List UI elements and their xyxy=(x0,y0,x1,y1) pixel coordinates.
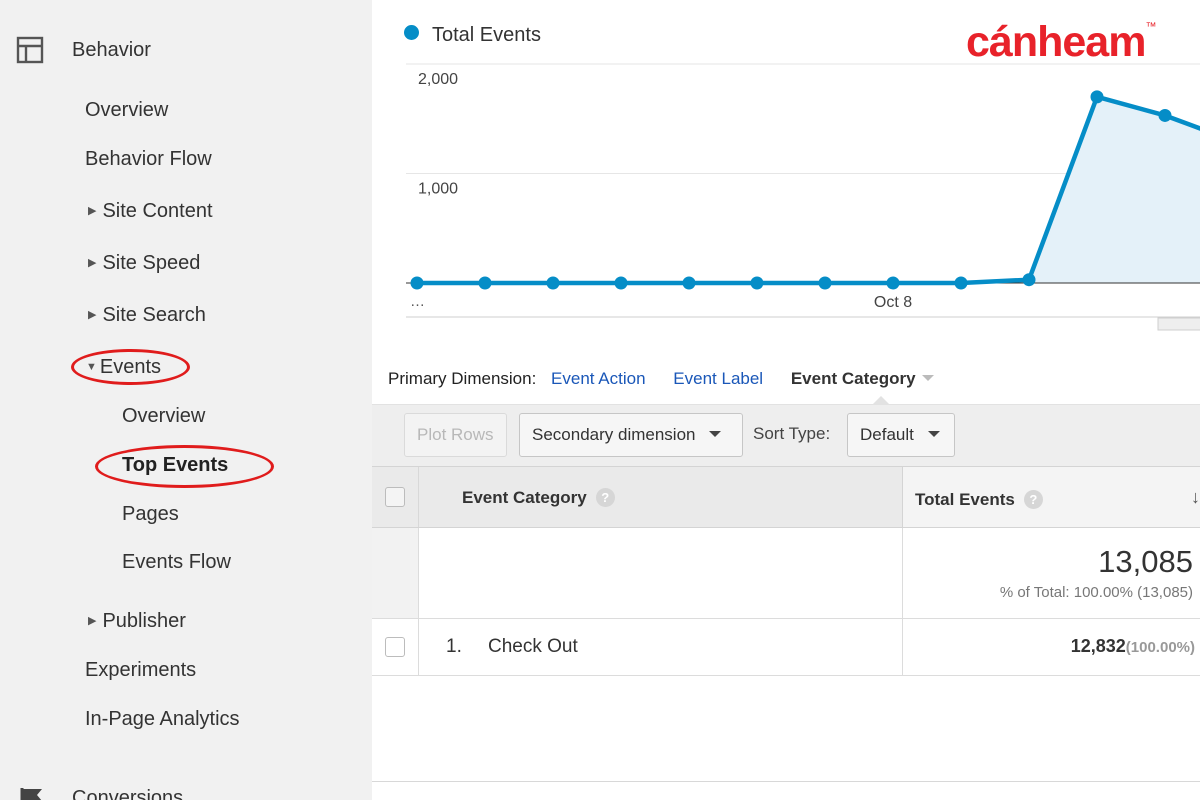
sidebar-item-publisher[interactable]: ▶ Publisher xyxy=(88,610,186,633)
data-point-1 xyxy=(478,276,492,290)
legend-dot-icon xyxy=(404,25,419,40)
dimension-link-event-label[interactable]: Event Label xyxy=(673,369,763,388)
chart-legend: Total Events xyxy=(404,24,541,47)
data-point-3 xyxy=(614,276,628,290)
expand-triangle-icon: ▶ xyxy=(88,257,97,269)
y-tick-label-1: 1,000 xyxy=(418,181,458,198)
table-toolbar: Plot Rows Secondary dimension Sort Type:… xyxy=(372,404,1200,466)
data-point-0 xyxy=(410,276,424,290)
sidebar-item-events-flow[interactable]: Events Flow xyxy=(122,551,231,574)
row-total-number: 12,832 xyxy=(1070,636,1126,656)
secondary-dimension-dropdown[interactable]: Secondary dimension xyxy=(519,413,743,457)
sidebar-item-overview[interactable]: Overview xyxy=(85,99,168,122)
sidebar-item-site-search[interactable]: ▶ Site Search xyxy=(88,304,206,327)
dimension-active-event-category[interactable]: Event Category xyxy=(791,369,916,388)
summary-check-cell xyxy=(372,528,419,618)
plot-rows-button[interactable]: Plot Rows xyxy=(404,413,507,457)
row-event-category-link[interactable]: Check Out xyxy=(488,636,578,658)
sidebar-item-label: Publisher xyxy=(102,610,186,632)
collapse-triangle-icon: ▼ xyxy=(86,361,97,373)
x-tick-label-0: … xyxy=(410,293,425,310)
table-bottom-divider xyxy=(372,781,1200,782)
sort-descending-icon[interactable]: ↓ xyxy=(1191,487,1200,508)
chevron-down-icon xyxy=(927,431,940,437)
header-select-cell xyxy=(372,467,419,527)
primary-dimension-label: Primary Dimension: xyxy=(388,369,537,388)
column-header-total-events[interactable]: Total Events? ↓ xyxy=(902,467,1200,527)
data-point-11 xyxy=(1158,108,1172,122)
data-point-8 xyxy=(954,276,968,290)
sidebar-item-top-events[interactable]: Top Events xyxy=(122,454,228,477)
sidebar-item-experiments[interactable]: Experiments xyxy=(85,659,196,682)
sidebar-item-behavior-flow[interactable]: Behavior Flow xyxy=(85,148,212,171)
sidebar-item-label: Site Content xyxy=(102,200,213,222)
column-header-label: Event Category xyxy=(462,488,587,507)
data-point-7 xyxy=(886,276,900,290)
sidebar-item-site-speed[interactable]: ▶ Site Speed xyxy=(88,252,200,275)
brand-trademark: ™ xyxy=(1145,21,1156,33)
brand-logo: cánheam™ xyxy=(966,18,1156,67)
y-tick-label-0: 2,000 xyxy=(418,71,458,88)
data-point-10 xyxy=(1090,90,1104,104)
row-checkbox[interactable] xyxy=(385,637,405,657)
sidebar-item-label: Site Search xyxy=(102,304,206,326)
data-point-4 xyxy=(682,276,696,290)
row-total-value: 12,832(100.00%) xyxy=(1071,636,1195,657)
expand-triangle-icon: ▶ xyxy=(88,309,97,321)
summary-total-percent: % of Total: 100.00% (13,085) xyxy=(999,584,1193,601)
sidebar-item-pages[interactable]: Pages xyxy=(122,503,179,526)
main-panel: 2,000 1,000 … Oct 8 Total Events cánheam™ P… xyxy=(372,0,1200,800)
legend-label: Total Events xyxy=(432,24,541,46)
row-check-cell xyxy=(372,619,419,675)
expand-triangle-icon: ▶ xyxy=(88,205,97,217)
series-area xyxy=(417,96,1200,283)
sidebar-item-label: Events xyxy=(99,356,162,378)
behavior-section-title[interactable]: Behavior xyxy=(72,39,151,62)
caret-down-icon[interactable] xyxy=(921,375,934,381)
secondary-dimension-label: Secondary dimension xyxy=(532,425,696,444)
primary-dimension-bar: Primary Dimension: Event Action Event La… xyxy=(388,369,934,389)
chevron-down-icon xyxy=(709,431,722,437)
row-index: 1. xyxy=(446,636,462,657)
sort-type-label: Sort Type: xyxy=(753,424,831,443)
column-header-label: Total Events xyxy=(915,490,1015,509)
column-header-event-category[interactable]: Event Category? xyxy=(462,488,615,508)
row-total-cell: 12,832(100.00%) xyxy=(902,619,1200,675)
sidebar-item-events-overview[interactable]: Overview xyxy=(122,405,205,428)
sort-type-dropdown[interactable]: Default xyxy=(847,413,955,457)
data-point-2 xyxy=(546,276,560,290)
chart-resize-tab xyxy=(1157,317,1200,331)
sidebar-item-events[interactable]: ▼ Events xyxy=(86,356,161,379)
dimension-link-event-action[interactable]: Event Action xyxy=(551,369,646,388)
column-header-total-label-wrap: Total Events? xyxy=(915,490,1043,510)
data-point-9 xyxy=(1022,273,1036,287)
sort-type-value: Default xyxy=(860,425,914,444)
help-icon[interactable]: ? xyxy=(595,488,615,507)
table-header: Event Category? Total Events? ↓ xyxy=(372,466,1200,528)
brand-text: cánheam xyxy=(966,18,1146,66)
summary-total-cell: 13,085 % of Total: 100.00% (13,085) xyxy=(902,528,1200,618)
expand-triangle-icon: ▶ xyxy=(88,615,97,627)
summary-category-cell xyxy=(419,528,902,618)
help-icon[interactable]: ? xyxy=(1023,490,1043,509)
summary-total-value: 13,085 xyxy=(1098,544,1193,579)
sidebar-item-in-page-analytics[interactable]: In-Page Analytics xyxy=(85,708,240,731)
flag-icon xyxy=(20,788,42,800)
table-row: 1. Check Out 12,832(100.00%) xyxy=(372,619,1200,676)
select-all-checkbox[interactable] xyxy=(385,487,405,507)
sidebar-item-site-content[interactable]: ▶ Site Content xyxy=(88,200,213,223)
data-point-6 xyxy=(818,276,832,290)
table-summary-row: 13,085 % of Total: 100.00% (13,085) xyxy=(372,528,1200,619)
conversions-section-title[interactable]: Conversions xyxy=(72,787,183,800)
data-point-5 xyxy=(750,276,764,290)
behavior-section-icon xyxy=(16,36,44,64)
sidebar-item-label: Site Speed xyxy=(102,252,201,274)
sidebar: Behavior Overview Behavior Flow ▶ Site Co… xyxy=(0,0,372,800)
x-tick-label-1: Oct 8 xyxy=(874,294,912,311)
row-total-percent: (100.00%) xyxy=(1125,639,1195,656)
